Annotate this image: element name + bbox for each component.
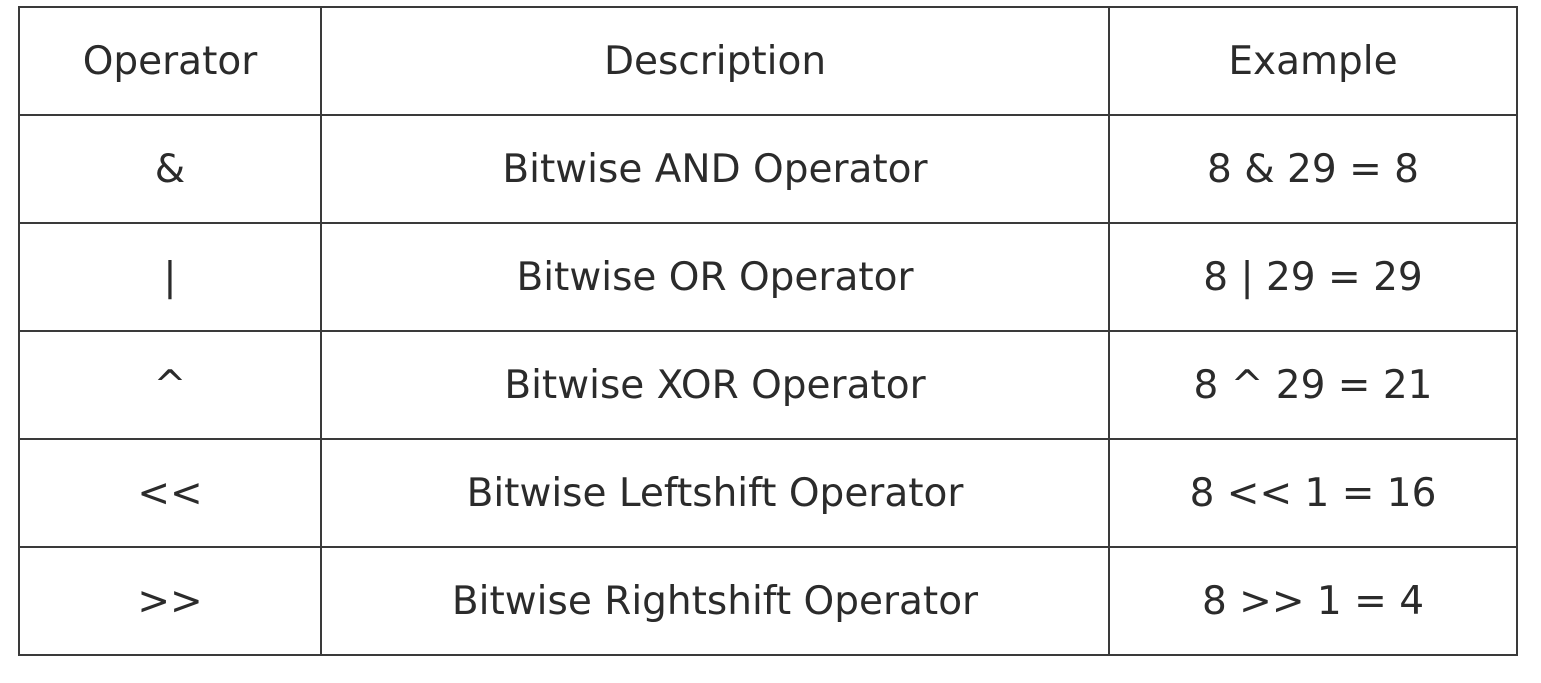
cell-description: Bitwise AND Operator [320, 114, 1110, 224]
cell-operator: >> [18, 546, 322, 656]
table-header-row: Operator Description Example [18, 6, 1518, 116]
table-row: ^ Bitwise XOR Operator 8 ^ 29 = 21 [18, 330, 1518, 440]
cell-example: 8 ^ 29 = 21 [1108, 330, 1518, 440]
cell-description: Bitwise Leftshift Operator [320, 438, 1110, 548]
table-row: << Bitwise Leftshift Operator 8 << 1 = 1… [18, 438, 1518, 548]
bitwise-operators-table: Operator Description Example & Bitwise A… [18, 6, 1518, 656]
cell-operator: ^ [18, 330, 322, 440]
cell-example: 8 | 29 = 29 [1108, 222, 1518, 332]
header-example: Example [1108, 6, 1518, 116]
table-row: | Bitwise OR Operator 8 | 29 = 29 [18, 222, 1518, 332]
cell-description: Bitwise Rightshift Operator [320, 546, 1110, 656]
header-operator: Operator [18, 6, 322, 116]
table-row: & Bitwise AND Operator 8 & 29 = 8 [18, 114, 1518, 224]
cell-operator: << [18, 438, 322, 548]
header-description: Description [320, 6, 1110, 116]
cell-operator: | [18, 222, 322, 332]
cell-description: Bitwise XOR Operator [320, 330, 1110, 440]
table-row: >> Bitwise Rightshift Operator 8 >> 1 = … [18, 546, 1518, 656]
cell-example: 8 >> 1 = 4 [1108, 546, 1518, 656]
cell-example: 8 << 1 = 16 [1108, 438, 1518, 548]
cell-example: 8 & 29 = 8 [1108, 114, 1518, 224]
cell-operator: & [18, 114, 322, 224]
cell-description: Bitwise OR Operator [320, 222, 1110, 332]
